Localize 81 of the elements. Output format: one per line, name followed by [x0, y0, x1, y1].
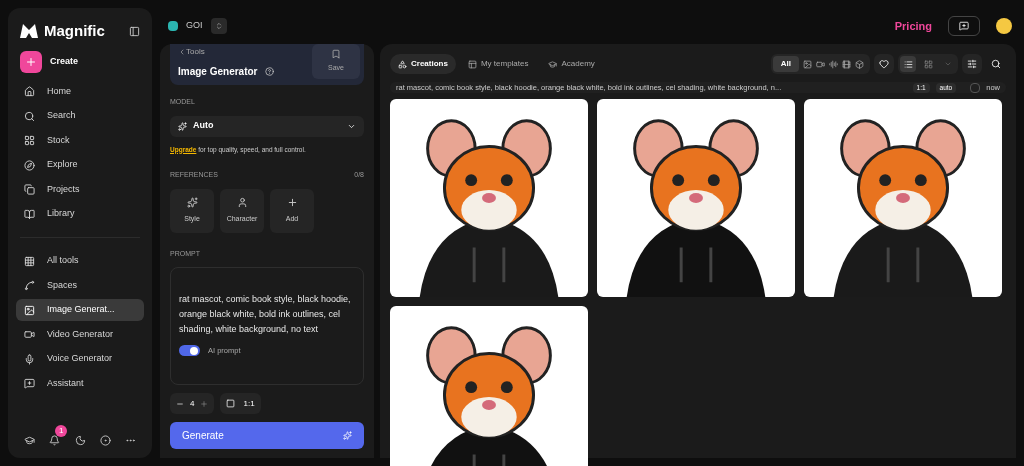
sidebar-item[interactable]: Image Generat...: [16, 299, 144, 321]
sparkle-icon: [343, 431, 352, 441]
grid-icon: [923, 59, 933, 69]
sparkle-icon: [178, 121, 187, 131]
workspace-icon: [168, 21, 178, 31]
cube-icon[interactable]: [855, 59, 864, 69]
video-icon[interactable]: [816, 59, 825, 69]
help-icon[interactable]: [265, 67, 275, 76]
prompt-text: rat mascot, comic book style, black hoodie, orange black white, bold ink outlines, cel shading, white background, no text: [179, 293, 352, 337]
chat-icon: [24, 378, 35, 389]
workspace-switch-button[interactable]: [210, 18, 227, 34]
logo-icon: [20, 24, 38, 39]
video-icon: [24, 329, 35, 340]
count-stepper[interactable]: 4: [170, 393, 215, 415]
sidebar-item[interactable]: Search: [16, 105, 144, 127]
list-icon: [903, 59, 913, 69]
microphone-icon: [24, 353, 35, 365]
audio-icon[interactable]: [829, 59, 838, 69]
avatar[interactable]: [996, 18, 1012, 34]
bookmark-icon: [331, 49, 341, 60]
sidebar-item[interactable]: Library: [16, 203, 144, 225]
workspace-name[interactable]: GOI: [186, 19, 203, 33]
graduation-cap-icon: [548, 59, 558, 69]
sidebar-item[interactable]: Explore: [16, 154, 144, 176]
compass-icon: [24, 159, 35, 171]
sidebar-item[interactable]: Stock: [16, 129, 144, 152]
sidebar-item[interactable]: Assistant: [16, 372, 144, 395]
create-button[interactable]: [20, 50, 42, 73]
brand-name: Magnific: [44, 21, 105, 41]
sparkle-icon: [186, 197, 198, 208]
settings-button[interactable]: [962, 54, 982, 74]
chevrons-icon: [214, 22, 223, 30]
ai-prompt-toggle[interactable]: [179, 345, 200, 357]
search-icon: [991, 59, 1001, 69]
select-checkbox[interactable]: [970, 82, 981, 93]
generate-button[interactable]: Generate: [170, 422, 364, 450]
notification-badge: 1: [55, 425, 68, 437]
filter-all[interactable]: All: [772, 56, 799, 72]
tab[interactable]: Academy: [540, 54, 603, 74]
sidebar-item[interactable]: Spaces: [16, 274, 144, 297]
image-icon[interactable]: [803, 59, 812, 69]
home-icon: [24, 86, 35, 97]
target-icon[interactable]: [99, 435, 111, 446]
sliders-icon: [967, 59, 977, 69]
sidebar-item[interactable]: All tools: [16, 250, 144, 272]
stack-icon: [24, 184, 35, 195]
person-icon: [236, 197, 248, 208]
tab[interactable]: Creations: [390, 54, 456, 74]
grid-icon: [24, 255, 35, 267]
list-view-button[interactable]: [900, 56, 916, 72]
nodes-icon: [24, 280, 35, 291]
layout-icon: [467, 59, 477, 69]
heart-icon: [879, 59, 889, 69]
shapes-icon: [398, 59, 407, 69]
chat-icon: [959, 21, 969, 31]
square-icon: [226, 399, 236, 409]
tool-title: Image Generator: [178, 65, 258, 79]
search-icon: [24, 110, 35, 122]
ratio-button[interactable]: 1:1: [220, 393, 261, 415]
chevron-left-icon: [178, 48, 186, 56]
panel-toggle-icon[interactable]: [129, 25, 140, 37]
pricing-link[interactable]: Pricing: [894, 17, 932, 35]
bell-icon[interactable]: [49, 435, 61, 446]
sidebar-item[interactable]: Home: [16, 80, 144, 103]
sidebar-item[interactable]: Video Generator: [16, 323, 144, 346]
feedback-button[interactable]: [948, 16, 980, 36]
film-icon[interactable]: [842, 59, 851, 69]
back-link[interactable]: Tools: [178, 46, 275, 58]
plus-icon: [25, 55, 37, 68]
grid-icon: [24, 135, 35, 146]
sidebar-item[interactable]: Projects: [16, 178, 144, 201]
favorites-button[interactable]: [874, 54, 894, 74]
model-dropdown[interactable]: Auto: [170, 115, 364, 137]
book-icon: [24, 208, 35, 220]
moon-icon[interactable]: [74, 435, 86, 446]
image-icon: [24, 304, 35, 316]
plus-icon: [286, 197, 298, 208]
tab[interactable]: My templates: [459, 54, 537, 74]
create-label[interactable]: Create: [50, 54, 78, 69]
sidebar-item[interactable]: Voice Generator: [16, 348, 144, 370]
graduation-cap-icon[interactable]: [24, 435, 35, 446]
